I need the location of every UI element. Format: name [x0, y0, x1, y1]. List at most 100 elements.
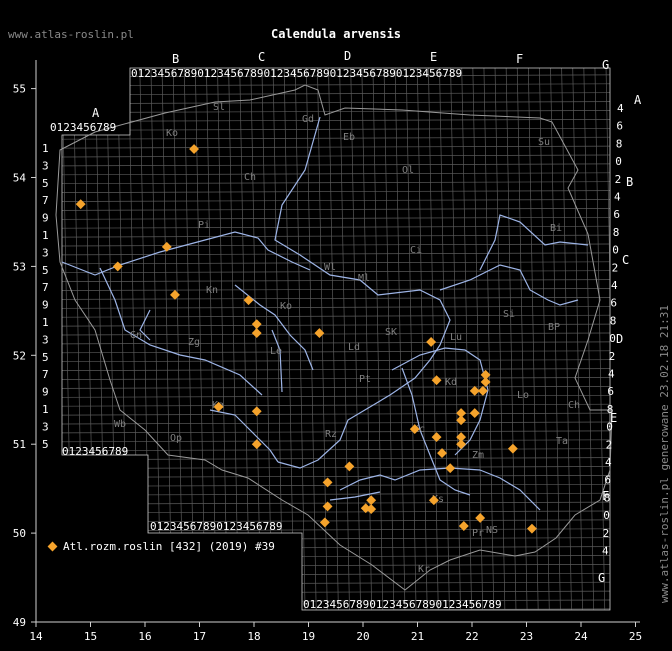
region-label: SK: [385, 327, 397, 338]
grid-letter-right: A: [634, 93, 642, 107]
y-tick-label: 55: [13, 83, 26, 96]
x-tick-label: 24: [574, 630, 588, 643]
occurrence-point: [161, 241, 172, 252]
grid-digit-col: 8: [607, 403, 614, 416]
grid-digit-col: 4: [617, 102, 624, 115]
grid-digit-col: 1: [42, 229, 49, 242]
grid-letter-right: D: [616, 332, 623, 346]
legend: Atl.rozm.roslin [432] (2019) #39: [47, 540, 275, 553]
occurrence-point: [469, 385, 480, 396]
x-tick-label: 17: [193, 630, 206, 643]
region-label: Zg: [188, 337, 200, 348]
grid-digit-col: 5: [42, 438, 49, 451]
y-tick-label: 52: [13, 349, 26, 362]
grid-letter-top: F: [516, 52, 523, 66]
grid-digit-col: 9: [42, 212, 49, 225]
grid-letter-top: B: [172, 52, 179, 66]
grid-digit-col: 6: [604, 474, 611, 487]
grid-digit-col: 8: [610, 314, 617, 327]
grid-digit-col: 0: [612, 244, 619, 257]
grid-letter-top: G: [602, 58, 609, 72]
region-label: Eb: [343, 132, 355, 143]
region-label: Gd: [302, 114, 314, 125]
grid-digit-col: 4: [614, 191, 621, 204]
grid-letter-right: B: [626, 175, 633, 189]
occurrence-point: [469, 408, 480, 419]
region-label: Ko: [166, 128, 178, 139]
grid-digit-col: 4: [605, 456, 612, 469]
grid-digit-col: 0: [603, 509, 610, 522]
x-tick-label: 23: [520, 630, 533, 643]
region-label: Bi: [550, 223, 562, 234]
grid-digit-col: 2: [612, 261, 619, 274]
x-tick-label: 21: [411, 630, 424, 643]
occurrence-point: [431, 375, 442, 386]
grid-digit-col: 5: [42, 264, 49, 277]
occurrence-point: [170, 289, 180, 300]
x-tick-label: 18: [247, 630, 260, 643]
region-label: Wl: [324, 262, 336, 273]
grid-digit-col: 1: [42, 316, 49, 329]
grid-digit-col: 6: [607, 385, 614, 398]
occurrence-point: [319, 517, 330, 528]
y-tick-label: 51: [13, 438, 26, 451]
region-label: Ch: [568, 400, 580, 411]
grid-digit-col: 6: [616, 120, 623, 133]
legend-marker-icon: [47, 541, 58, 552]
x-tick-label: 20: [356, 630, 369, 643]
grid-digit-col: 2: [609, 350, 616, 363]
grid-digit-col: 1: [42, 142, 49, 155]
region-label: Sl: [213, 102, 225, 113]
grid-digit-col: 2: [603, 527, 610, 540]
occurrence-point: [251, 319, 262, 330]
region-label: Pt: [359, 374, 371, 385]
x-tick-label: 22: [465, 630, 478, 643]
grid-digit-col: 5: [42, 351, 49, 364]
region-label: Le: [270, 346, 282, 357]
x-tick-label: 16: [138, 630, 151, 643]
occurrence-point: [251, 406, 262, 417]
grid-digit-col: 9: [42, 299, 49, 312]
region-label: Op: [170, 433, 182, 444]
grid-digit-col: 2: [606, 438, 613, 451]
region-label: Ci: [410, 245, 422, 256]
grid-digit-col: 3: [42, 333, 49, 346]
grid-digit-col: 3: [42, 159, 49, 172]
region-label: Kr: [418, 564, 430, 575]
region-label: Lo: [517, 390, 529, 401]
grid-letter-top: D: [344, 49, 351, 63]
legend-label: Atl.rozm.roslin [432] (2019) #39: [63, 540, 275, 553]
region-label: BP: [548, 322, 560, 333]
grid-digit-col: 7: [42, 281, 49, 294]
region-label: Gn: [130, 330, 142, 341]
x-tick-label: 25: [629, 630, 642, 643]
region-label: Kn: [206, 285, 218, 296]
grid-digit-row: 0123456789012345678901234567890123456789…: [131, 67, 462, 80]
grid-letter-top: A: [92, 106, 100, 120]
region-label: Kd: [445, 377, 457, 388]
region-label: Rz: [325, 429, 337, 440]
occurrence-point: [251, 328, 262, 339]
region-label: Ch: [244, 172, 256, 183]
grid-digit-col: 2: [615, 173, 622, 186]
region-label: Su: [538, 137, 550, 148]
x-tick-label: 14: [29, 630, 43, 643]
occurrence-point: [475, 513, 486, 523]
generated-credit: www.atlas-roslin.pl generowane 23.02.18 …: [658, 304, 671, 603]
map-title: Calendula arvensis: [270, 27, 402, 41]
region-label: Ta: [556, 436, 568, 447]
occurrence-point: [243, 295, 254, 306]
region-label: Ml: [358, 273, 370, 284]
grid-digit-col: 3: [42, 246, 49, 259]
grid-digit-row: 0123456789: [50, 121, 116, 134]
grid-letter-top: C: [258, 50, 265, 64]
region-label: Pr: [472, 528, 484, 539]
grid-digit-col: 0: [606, 421, 613, 434]
y-tick-label: 49: [13, 616, 26, 629]
grid-digit-row: 012345678901234567890123456789: [303, 598, 502, 611]
occurrence-point: [527, 523, 537, 534]
region-label: Ld: [348, 342, 360, 353]
region-label: Ol: [402, 165, 414, 176]
grid-digit-col: 4: [611, 279, 618, 292]
region-label: Pi: [198, 220, 210, 231]
